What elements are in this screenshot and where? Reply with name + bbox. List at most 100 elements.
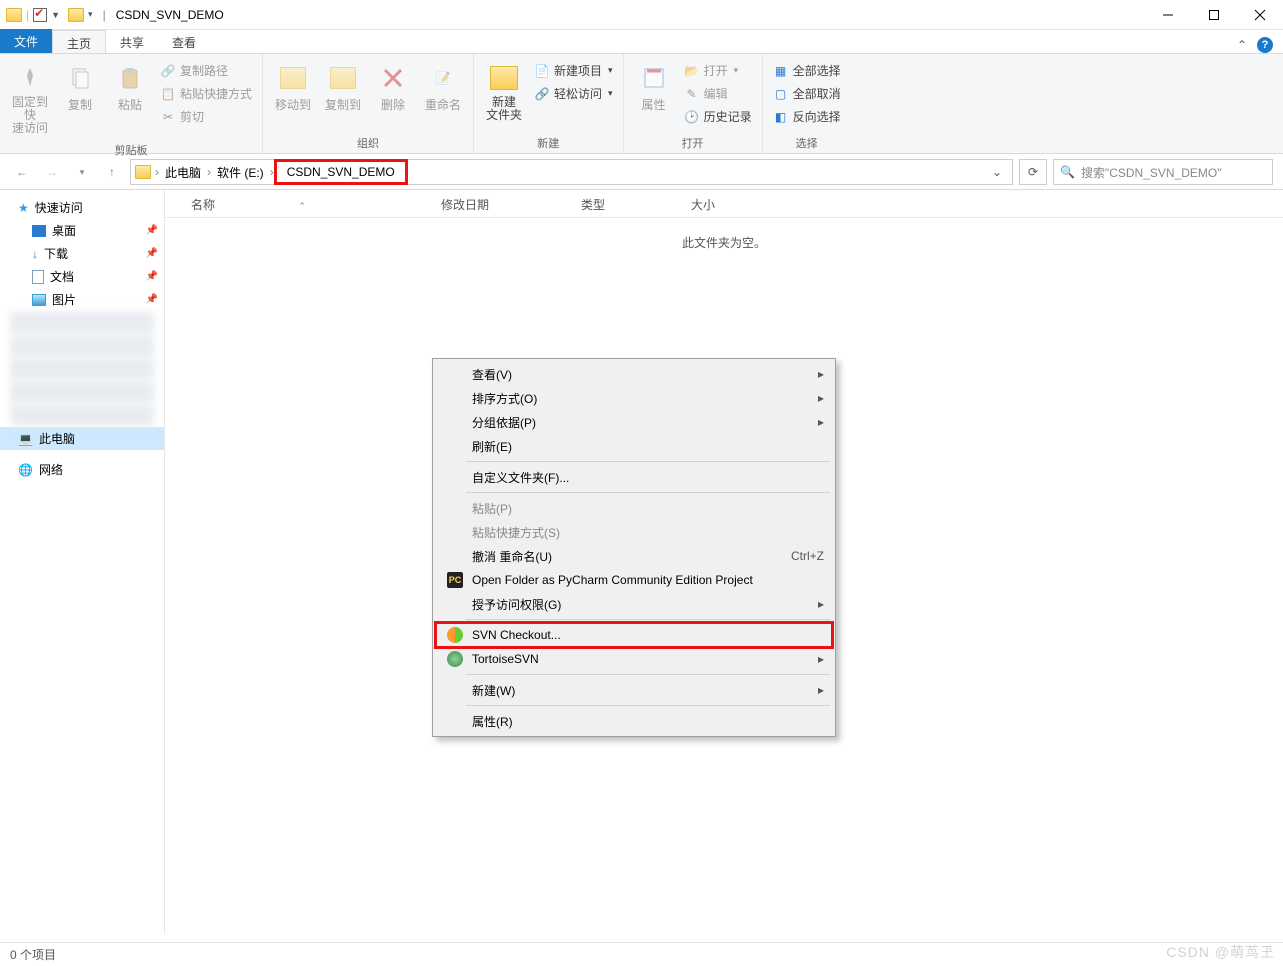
maximize-button[interactable] (1191, 0, 1237, 30)
ribbon-group-open: 属性 📂打开▾ ✎编辑 🕑历史记录 打开 (624, 54, 763, 153)
network-icon: 🌐 (18, 463, 33, 477)
qat-sep: | (26, 8, 29, 22)
pin-to-quick-button[interactable]: 固定到快 速访问 (6, 58, 54, 140)
minimize-button[interactable] (1145, 0, 1191, 30)
sidebar-item-thispc[interactable]: 💻此电脑 (0, 427, 164, 450)
ctx-properties[interactable]: 属性(R) (436, 709, 832, 733)
delete-button[interactable]: 删除 (369, 58, 417, 133)
search-placeholder: 搜索"CSDN_SVN_DEMO" (1081, 164, 1222, 181)
star-icon: ★ (18, 201, 29, 215)
select-all-button[interactable]: ▦全部选择 (769, 60, 845, 81)
refresh-button[interactable]: ⟳ (1019, 159, 1047, 185)
cut-button[interactable]: ✂剪切 (156, 106, 256, 127)
invert-selection-button[interactable]: ◧反向选择 (769, 106, 845, 127)
breadcrumb-pc[interactable]: 此电脑 (159, 164, 207, 181)
pycharm-icon: PC (447, 572, 463, 588)
ctx-customize[interactable]: 自定义文件夹(F)... (436, 465, 832, 489)
ribbon-collapse-icon[interactable]: ⌃ (1237, 38, 1247, 52)
new-item-button[interactable]: 📄新建项目▾ (530, 60, 617, 81)
col-name[interactable]: 名称 ⌃ (181, 190, 431, 217)
column-headers: 名称 ⌃ 修改日期 类型 大小 (165, 190, 1283, 218)
chevron-right-icon: ▸ (818, 415, 824, 429)
ribbon-group-select: ▦全部选择 ▢全部取消 ◧反向选择 选择 (763, 54, 851, 153)
search-icon: 🔍 (1060, 165, 1075, 179)
ctx-group[interactable]: 分组依据(P)▸ (436, 410, 832, 434)
ctx-sort[interactable]: 排序方式(O)▸ (436, 386, 832, 410)
breadcrumb-folder[interactable]: CSDN_SVN_DEMO (287, 165, 395, 179)
sidebar-item-documents[interactable]: 文档📌 (0, 265, 164, 288)
paste-shortcut-button[interactable]: 📋粘贴快捷方式 (156, 83, 256, 104)
sidebar-item-quick-access[interactable]: ★快速访问 (0, 196, 164, 219)
breadcrumb-dropdown-icon[interactable]: ⌄ (986, 165, 1008, 179)
sidebar-item-downloads[interactable]: ↓下载📌 (0, 242, 164, 265)
close-button[interactable] (1237, 0, 1283, 30)
help-icon[interactable]: ? (1257, 37, 1273, 53)
ctx-access[interactable]: 授予访问权限(G)▸ (436, 592, 832, 616)
ribbon-group-clipboard: 固定到快 速访问 复制 粘贴 🔗复制路径 📋粘贴快捷方式 ✂剪切 剪贴板 (0, 54, 263, 153)
svn-icon (447, 627, 463, 643)
ribbon-tabs: 文件 主页 共享 查看 ⌃ ? (0, 30, 1283, 54)
back-button[interactable]: ← (10, 160, 34, 184)
open-button[interactable]: 📂打开▾ (680, 60, 756, 81)
pictures-icon (32, 294, 46, 306)
qat-check-icon[interactable] (33, 8, 47, 22)
breadcrumb[interactable]: › 此电脑 › 软件 (E:) › CSDN_SVN_DEMO ⌄ (130, 159, 1013, 185)
ctx-view[interactable]: 查看(V)▸ (436, 362, 832, 386)
col-date[interactable]: 修改日期 (431, 190, 571, 217)
tab-view[interactable]: 查看 (158, 30, 210, 53)
chevron-right-icon: ▸ (818, 683, 824, 697)
chevron-right-icon: ▸ (818, 597, 824, 611)
ctx-pycharm[interactable]: PCOpen Folder as PyCharm Community Editi… (436, 568, 832, 592)
sidebar-item-blurred (10, 312, 154, 334)
history-button[interactable]: 🕑历史记录 (680, 106, 756, 127)
copyto-button[interactable]: 复制到 (319, 58, 367, 133)
ctx-undo[interactable]: 撤消 重命名(U)Ctrl+Z (436, 544, 832, 568)
document-icon (32, 270, 44, 284)
tab-file[interactable]: 文件 (0, 29, 52, 53)
qat-dropdown-icon[interactable]: ▼ (51, 10, 60, 20)
easy-access-button[interactable]: 🔗轻松访问▾ (530, 83, 617, 104)
col-type[interactable]: 类型 (571, 190, 681, 217)
paste-button[interactable]: 粘贴 (106, 58, 154, 140)
pin-icon: 📌 (146, 271, 158, 282)
sidebar-item-network[interactable]: 🌐网络 (0, 458, 164, 481)
col-size[interactable]: 大小 (681, 190, 761, 217)
ribbon: 固定到快 速访问 复制 粘贴 🔗复制路径 📋粘贴快捷方式 ✂剪切 剪贴板 移动到… (0, 54, 1283, 154)
up-button[interactable]: ↑ (100, 160, 124, 184)
rename-button[interactable]: 📝重命名 (419, 58, 467, 133)
moveto-button[interactable]: 移动到 (269, 58, 317, 133)
breadcrumb-drive[interactable]: 软件 (E:) (211, 164, 270, 181)
title-sep: | (103, 8, 106, 22)
recent-dropdown[interactable]: ▾ (70, 160, 94, 184)
edit-button[interactable]: ✎编辑 (680, 83, 756, 104)
tortoise-icon (447, 651, 463, 667)
new-folder-button[interactable]: 新建 文件夹 (480, 58, 528, 133)
folder-icon (6, 8, 22, 22)
copy-path-button[interactable]: 🔗复制路径 (156, 60, 256, 81)
ctx-svn-checkout[interactable]: SVN Checkout... (436, 623, 832, 647)
chevron-right-icon: ▸ (818, 391, 824, 405)
tab-share[interactable]: 共享 (106, 30, 158, 53)
qat-drop2-icon[interactable]: ▾ (88, 9, 93, 20)
tab-home[interactable]: 主页 (52, 30, 106, 53)
properties-button[interactable]: 属性 (630, 58, 678, 133)
ctx-new[interactable]: 新建(W)▸ (436, 678, 832, 702)
forward-button[interactable]: → (40, 160, 64, 184)
copy-button[interactable]: 复制 (56, 58, 104, 140)
search-input[interactable]: 🔍 搜索"CSDN_SVN_DEMO" (1053, 159, 1273, 185)
folder-icon (135, 165, 151, 179)
ctx-paste-shortcut: 粘贴快捷方式(S) (436, 520, 832, 544)
ribbon-group-organize: 移动到 复制到 删除 📝重命名 组织 (263, 54, 474, 153)
quick-access-toolbar: | ▼ ▾ | CSDN_SVN_DEMO (0, 8, 224, 22)
pc-icon: 💻 (18, 432, 33, 446)
select-none-button[interactable]: ▢全部取消 (769, 83, 845, 104)
sidebar: ★快速访问 桌面📌 ↓下载📌 文档📌 图片📌 💻此电脑 🌐网络 (0, 190, 165, 934)
chevron-right-icon: ▸ (818, 652, 824, 666)
download-icon: ↓ (32, 247, 38, 261)
sidebar-item-desktop[interactable]: 桌面📌 (0, 219, 164, 242)
ctx-refresh[interactable]: 刷新(E) (436, 434, 832, 458)
ribbon-group-new: 新建 文件夹 📄新建项目▾ 🔗轻松访问▾ 新建 (474, 54, 624, 153)
ctx-tortoisesvn[interactable]: TortoiseSVN▸ (436, 647, 832, 671)
sidebar-item-pictures[interactable]: 图片📌 (0, 288, 164, 311)
sidebar-item-blurred (10, 404, 154, 426)
